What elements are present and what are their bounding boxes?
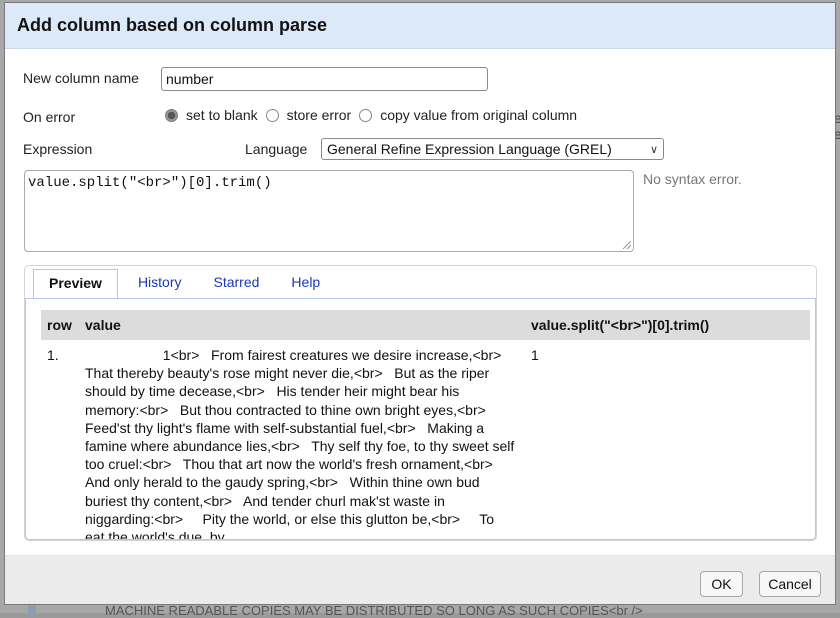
new-column-name-input[interactable] bbox=[161, 67, 488, 91]
chevron-down-icon: ∨ bbox=[649, 143, 658, 156]
preview-panel[interactable]: row value value.split("<br>")[0].trim() … bbox=[25, 298, 816, 540]
on-error-radio-group: set to blank store error copy value from… bbox=[165, 107, 585, 123]
radio-label-set-to-blank[interactable]: set to blank bbox=[186, 107, 258, 123]
dialog-header: Add column based on column parse bbox=[5, 3, 835, 49]
row-value: 1<br> From fairest creatures we desire i… bbox=[85, 347, 519, 540]
radio-store-error[interactable] bbox=[265, 108, 279, 122]
language-select[interactable]: General Refine Expression Language (GREL… bbox=[321, 138, 664, 160]
tab-starred[interactable]: Starred bbox=[198, 269, 276, 298]
radio-label-copy-value[interactable]: copy value from original column bbox=[380, 107, 577, 123]
resize-handle-icon[interactable] bbox=[623, 241, 631, 249]
tab-history[interactable]: History bbox=[122, 269, 198, 298]
radio-copy-value[interactable] bbox=[359, 108, 373, 122]
column-header-result: value.split("<br>")[0].trim() bbox=[525, 310, 810, 340]
row-result: 1 bbox=[531, 347, 539, 363]
ok-button[interactable]: OK bbox=[700, 571, 743, 597]
row-number: 1. bbox=[47, 347, 59, 363]
column-header-value: value bbox=[79, 310, 525, 340]
language-selected-value: General Refine Expression Language (GREL… bbox=[327, 141, 612, 157]
radio-label-store-error[interactable]: store error bbox=[287, 107, 352, 123]
language-label: Language bbox=[245, 141, 308, 157]
add-column-dialog: Add column based on column parse New col… bbox=[4, 2, 836, 605]
cancel-button[interactable]: Cancel bbox=[759, 571, 821, 597]
dialog-footer: OK Cancel bbox=[5, 555, 835, 604]
on-error-label: On error bbox=[23, 109, 76, 125]
dialog-title: Add column based on column parse bbox=[17, 15, 328, 35]
expression-label: Expression bbox=[23, 141, 93, 157]
tab-preview[interactable]: Preview bbox=[33, 269, 118, 299]
preview-header-row: row value value.split("<br>")[0].trim() bbox=[41, 310, 810, 340]
new-column-name-label: New column name bbox=[23, 70, 139, 86]
tab-bar: Preview History Starred Help bbox=[33, 269, 336, 299]
column-header-row: row bbox=[41, 310, 79, 340]
background-cell-text: MACHINE READABLE COPIES MAY BE DISTRIBUT… bbox=[105, 603, 643, 618]
expression-text: value.split("<br>")[0].trim() bbox=[28, 175, 272, 191]
expression-textarea[interactable]: value.split("<br>")[0].trim() bbox=[24, 170, 634, 252]
syntax-status: No syntax error. bbox=[643, 171, 742, 187]
preview-table: row value value.split("<br>")[0].trim() … bbox=[41, 310, 810, 540]
table-row: 1. 1<br> From fairest creatures we desir… bbox=[41, 340, 810, 540]
tabs-container: Preview History Starred Help row value v… bbox=[24, 265, 817, 541]
tab-help[interactable]: Help bbox=[275, 269, 336, 298]
radio-set-to-blank[interactable] bbox=[165, 108, 178, 122]
